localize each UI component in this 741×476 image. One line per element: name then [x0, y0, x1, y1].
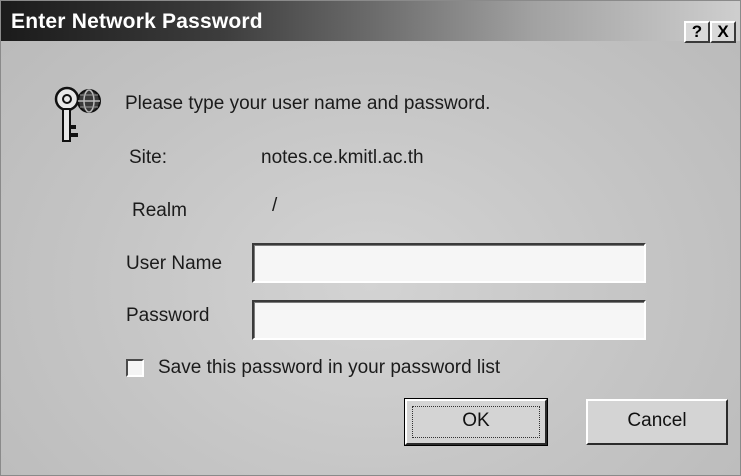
ok-button[interactable]: OK	[404, 398, 548, 446]
focus-rectangle	[412, 406, 540, 438]
key-with-globe-icon	[54, 86, 101, 142]
save-password-checkbox[interactable]	[126, 359, 144, 377]
dialog-title: Enter Network Password	[11, 10, 263, 33]
realm-value: /	[272, 195, 278, 216]
save-password-label[interactable]: Save this password in your password list	[158, 357, 500, 379]
help-icon: ?	[691, 22, 703, 41]
close-button[interactable]: X	[710, 21, 736, 43]
title-bar: Enter Network Password ? X	[1, 1, 740, 43]
site-label: Site:	[129, 147, 168, 168]
cancel-button[interactable]: Cancel	[586, 399, 728, 445]
password-label: Password	[126, 305, 210, 326]
username-input[interactable]	[252, 243, 646, 283]
prompt-text: Please type your user name and password.	[125, 93, 491, 114]
close-icon: X	[717, 22, 729, 41]
site-value: notes.ce.kmitl.ac.th	[261, 147, 424, 168]
username-label: User Name	[126, 253, 223, 274]
password-input[interactable]	[252, 300, 646, 340]
realm-label: Realm	[132, 200, 187, 221]
cancel-button-label: Cancel	[627, 410, 687, 431]
help-button[interactable]: ?	[684, 21, 710, 43]
network-password-dialog: Enter Network Password ? X Please type y…	[0, 0, 741, 476]
